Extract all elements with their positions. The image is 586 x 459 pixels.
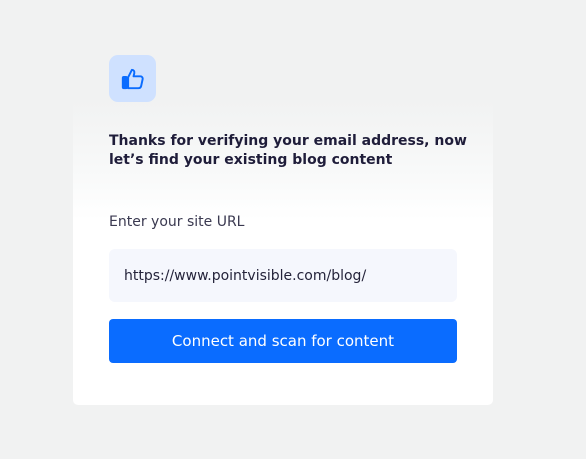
thumbs-up-icon bbox=[121, 68, 144, 89]
page-heading: Thanks for verifying your email address,… bbox=[109, 133, 467, 168]
site-url-input[interactable] bbox=[109, 249, 457, 302]
connect-and-scan-button[interactable]: Connect and scan for content bbox=[109, 319, 457, 363]
site-url-label: Enter your site URL bbox=[109, 214, 245, 230]
icon-tile bbox=[109, 55, 156, 102]
